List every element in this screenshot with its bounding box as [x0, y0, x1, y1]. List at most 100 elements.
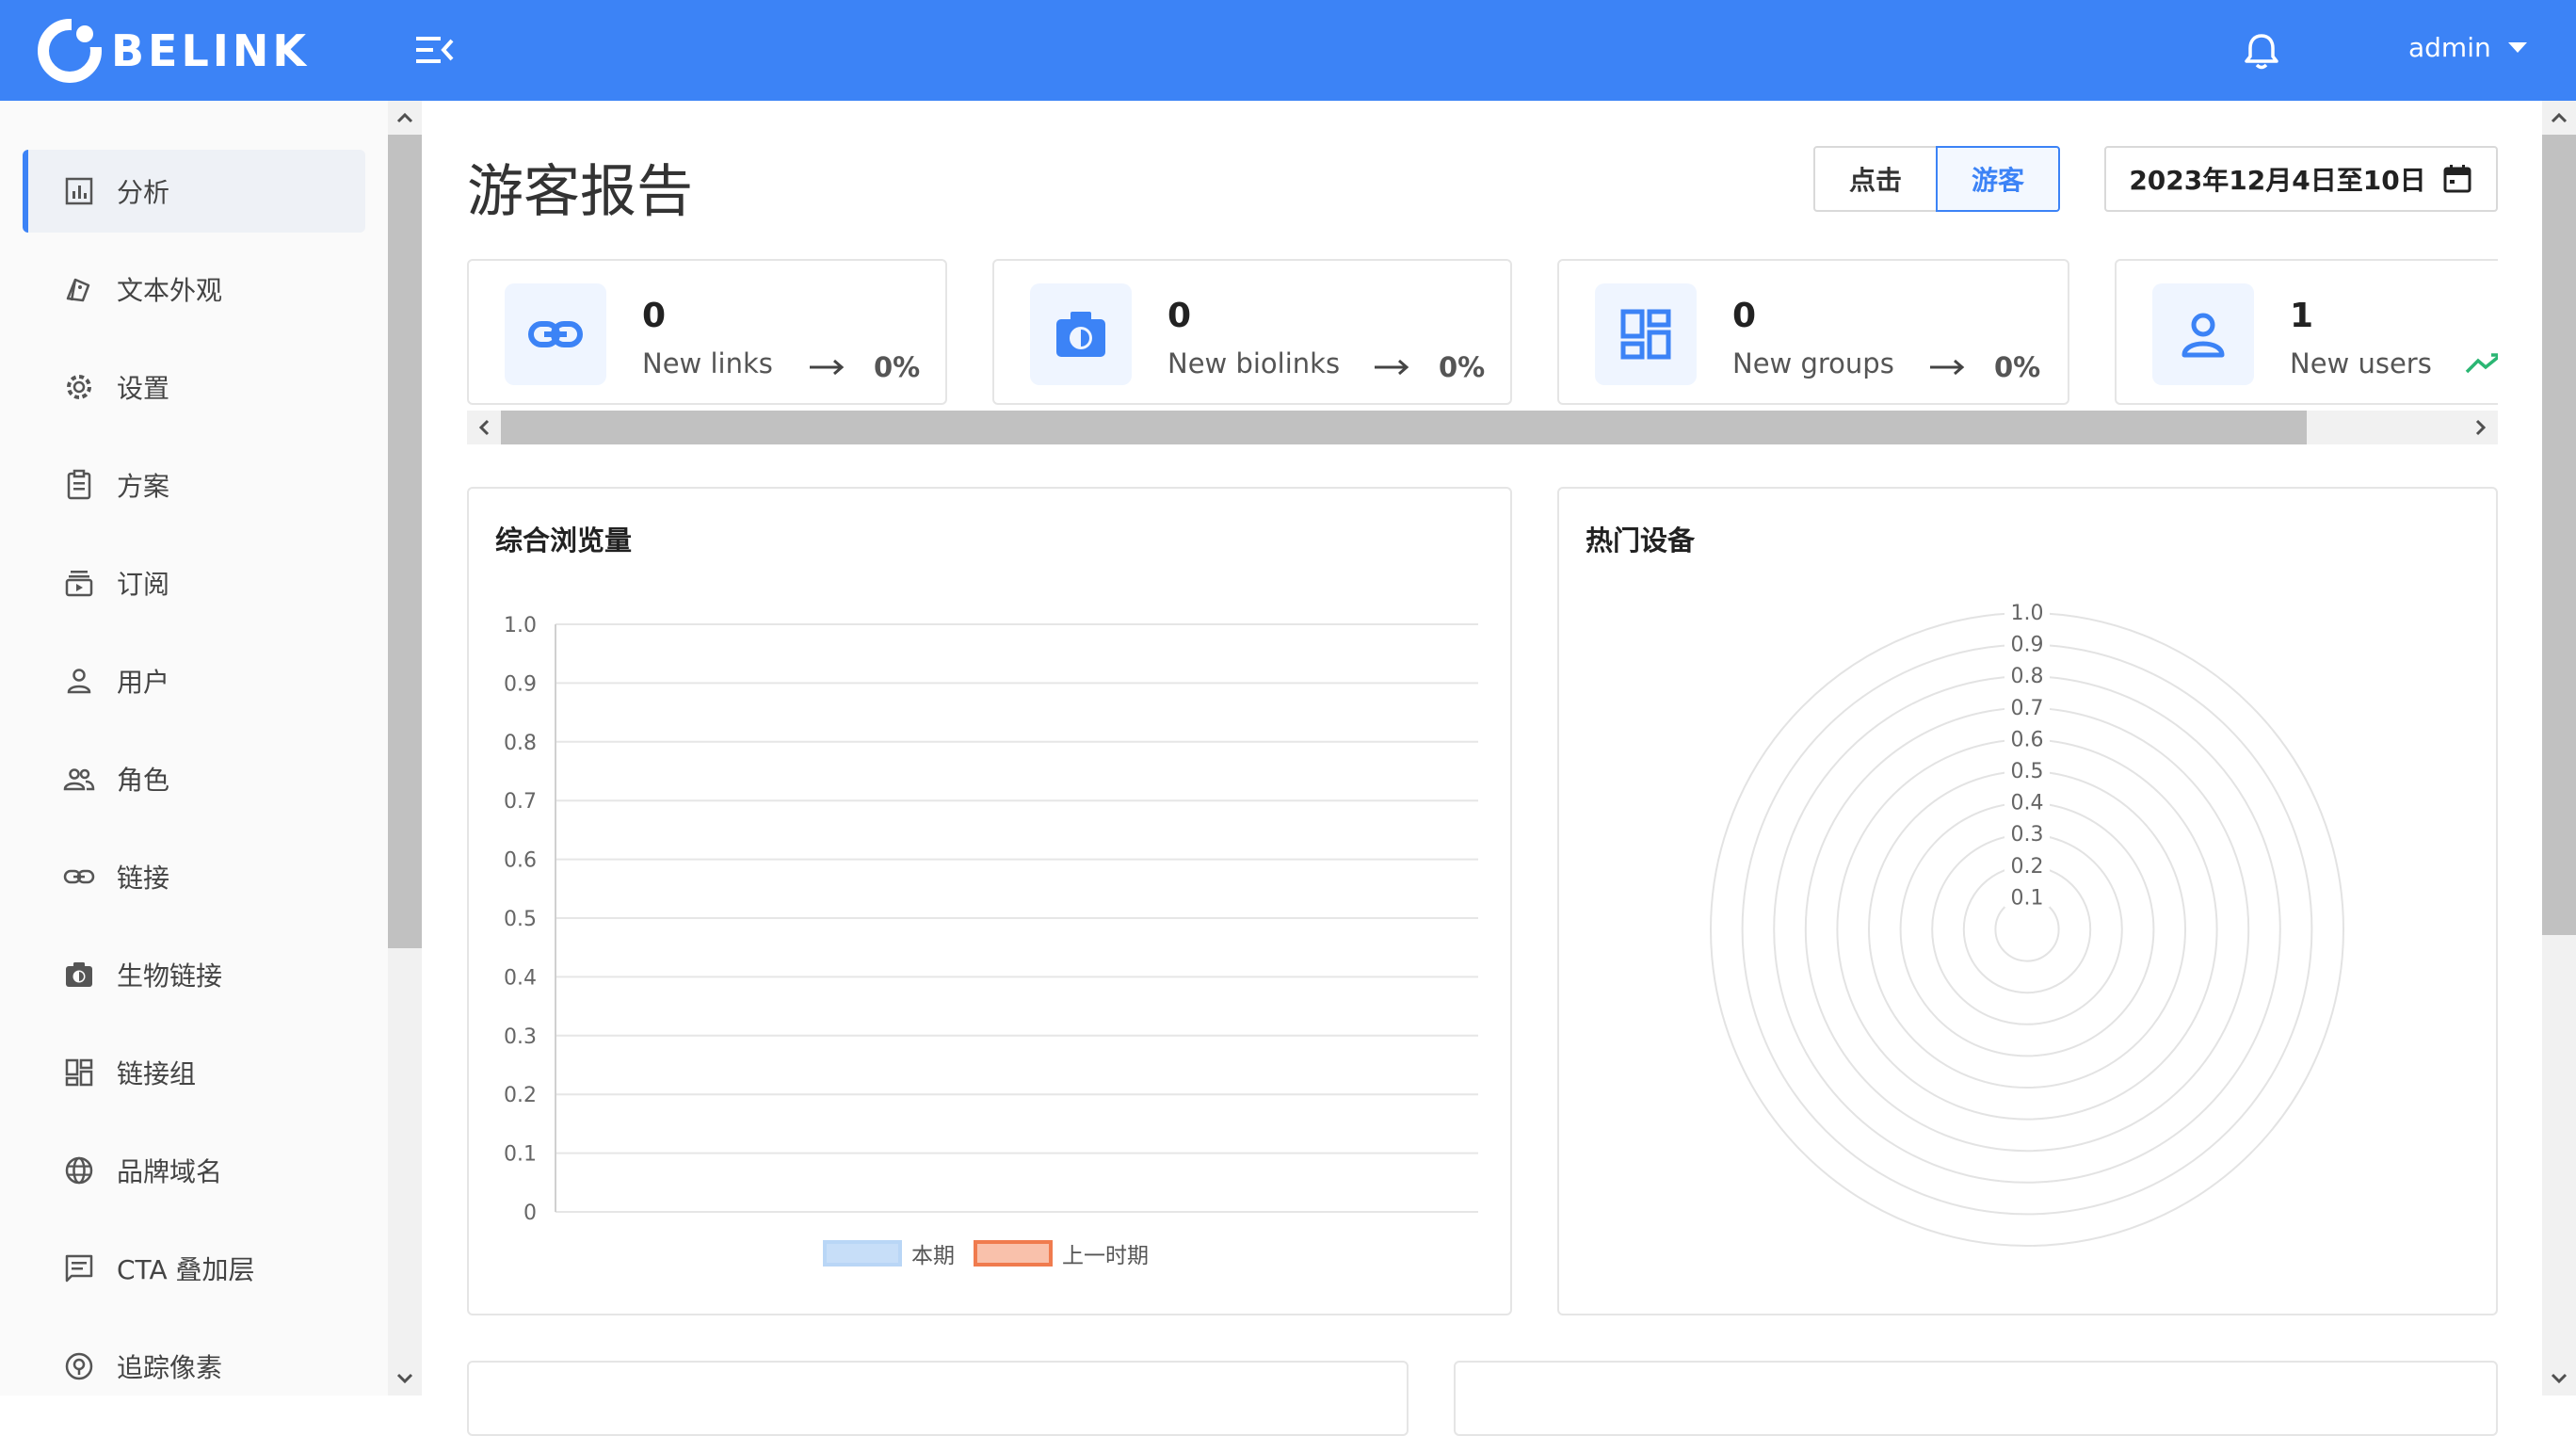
calendar-icon [2443, 165, 2471, 193]
brand-name: BELINK [111, 25, 311, 76]
polar-grid-ring [1868, 770, 2186, 1089]
stat-label: New groups [1732, 347, 1894, 379]
stat-card-new-biolinks: 0 New biolinks 0% [992, 259, 1512, 405]
stat-value: 1 [2290, 297, 2314, 335]
y-tick-label: 0.6 [504, 849, 537, 873]
y-tick-label: 0.8 [504, 732, 537, 755]
legend-label[interactable]: 本期 [911, 1244, 955, 1268]
sidebar-scrollbar[interactable] [388, 101, 422, 1396]
r-tick-label: 0.4 [2011, 792, 2044, 815]
link-icon [528, 321, 583, 347]
scrollbar-thumb[interactable] [2542, 135, 2576, 935]
stat-card-new-users: 1 New users [2115, 259, 2498, 405]
pageviews-chart-panel: 综合浏览量 0 0.1 0.2 0.3 0.4 0.5 0.6 0.7 0.8 0.9 1.0 本期上… [467, 487, 1512, 1315]
stat-label: New users [2290, 347, 2432, 379]
analytics-icon [65, 177, 93, 205]
sidebar-item-label: 品牌域名 [117, 1156, 223, 1187]
stat-label: New biolinks [1167, 347, 1341, 379]
y-tick-label: 0.1 [504, 1143, 537, 1167]
scroll-right-icon[interactable] [2464, 411, 2498, 444]
stat-card-new-links: 0 New links 0% [467, 259, 947, 405]
sidebar-item-appearance[interactable]: 文本外观 [23, 248, 365, 331]
message-icon [65, 1254, 93, 1283]
clipboard-icon [67, 469, 91, 500]
pixel-icon [65, 1352, 93, 1380]
sidebar-item-domains[interactable]: 品牌域名 [23, 1129, 365, 1212]
legend-swatch[interactable] [974, 1240, 1053, 1267]
sidebar-item-subscriptions[interactable]: 订阅 [23, 541, 365, 624]
sidebar-item-link-groups[interactable]: 链接组 [23, 1031, 365, 1114]
notification-bell-icon[interactable] [2241, 30, 2282, 72]
top-devices-chart-panel: 热门设备 0.1 0.2 0.3 0.4 0.5 0.6 0.7 0.8 0.9 1.0 [1557, 487, 2498, 1315]
stats-carousel: 0 New links 0% 0 New biolinks 0% 0 New g [467, 259, 2498, 405]
sidebar-item-label: 订阅 [117, 569, 170, 600]
visitors-toggle-button[interactable]: 游客 [1936, 146, 2060, 212]
brand-logo[interactable]: BELINK [36, 17, 310, 85]
sidebar-item-roles[interactable]: 角色 [23, 737, 365, 820]
r-tick-label: 0.9 [2011, 634, 2044, 657]
sidebar-item-label: 链接组 [117, 1058, 197, 1089]
stat-value: 0 [1167, 297, 1192, 335]
stat-value: 0 [642, 297, 667, 335]
grid-icon [1620, 309, 1671, 360]
scrollbar-thumb[interactable] [388, 135, 422, 948]
y-tick-label: 0.5 [504, 908, 537, 931]
scroll-left-icon[interactable] [467, 411, 501, 444]
sidebar-item-label: 文本外观 [117, 275, 223, 306]
r-tick-label: 0.3 [2011, 823, 2044, 847]
user-menu[interactable]: admin [2408, 26, 2527, 68]
sidebar-item-label: 链接 [117, 863, 170, 894]
trending-up-icon [2465, 353, 2498, 374]
lower-panel-right [1454, 1361, 2498, 1436]
scroll-up-icon[interactable] [388, 101, 422, 135]
stat-change: 0% [874, 351, 921, 383]
menu-collapse-icon[interactable] [414, 31, 456, 69]
sidebar-item-label: 生物链接 [117, 960, 223, 992]
legend-swatch[interactable] [823, 1240, 902, 1267]
date-range-picker[interactable]: 2023年12月4日至10日 [2104, 146, 2498, 212]
sidebar-item-users[interactable]: 用户 [23, 639, 365, 722]
sidebar-item-label: 设置 [117, 373, 170, 404]
clicks-toggle-button[interactable]: 点击 [1813, 146, 1938, 212]
scroll-up-icon[interactable] [2542, 101, 2576, 135]
sidebar-item-biolinks[interactable]: 生物链接 [23, 933, 365, 1016]
stat-change: 0% [1439, 351, 1486, 383]
y-tick-label: 0.2 [504, 1084, 537, 1107]
sidebar-item-label: 追踪像素 [117, 1352, 223, 1383]
user-icon [67, 669, 91, 694]
arrow-right-icon [1375, 359, 1409, 376]
arrow-right-icon [810, 359, 845, 376]
link-icon [63, 869, 95, 884]
stat-card-new-groups: 0 New groups 0% [1557, 259, 2069, 405]
r-tick-label: 1.0 [2011, 602, 2044, 625]
scroll-down-icon[interactable] [388, 1362, 422, 1396]
camera-icon [66, 962, 92, 987]
camera-icon [1056, 312, 1105, 357]
sidebar-item-plans[interactable]: 方案 [23, 444, 365, 526]
sidebar-item-links[interactable]: 链接 [23, 835, 365, 918]
r-tick-label: 0.1 [2011, 886, 2044, 910]
y-tick-label: 0.9 [504, 672, 537, 696]
sidebar-item-analytics[interactable]: 分析 [23, 150, 365, 233]
stats-horizontal-scrollbar[interactable] [467, 411, 2498, 444]
y-tick-label: 1.0 [504, 614, 537, 637]
y-tick-label: 0.7 [504, 790, 537, 814]
gear-icon [67, 375, 91, 399]
user-icon [2182, 313, 2225, 358]
pageviews-line-chart: 0 0.1 0.2 0.3 0.4 0.5 0.6 0.7 0.8 0.9 1.0 本期 上一时期 [504, 614, 1478, 1268]
sidebar-item-cta-overlays[interactable]: CTA 叠加层 [23, 1227, 365, 1310]
y-tick-label: 0.3 [504, 1025, 537, 1049]
sidebar-item-label: 角色 [117, 765, 170, 796]
sidebar-item-settings[interactable]: 设置 [23, 346, 365, 428]
sidebar-item-label: 方案 [117, 471, 170, 502]
scroll-down-icon[interactable] [2542, 1362, 2576, 1396]
r-tick-label: 0.8 [2011, 665, 2044, 688]
polar-grid-ring [1962, 864, 2092, 994]
scrollbar-thumb[interactable] [501, 411, 2307, 444]
polar-grid-ring [1773, 675, 2281, 1184]
page-title: 游客报告 [467, 159, 693, 225]
legend-label[interactable]: 上一时期 [1062, 1244, 1149, 1268]
main-scrollbar[interactable] [2542, 101, 2576, 1396]
caret-down-icon [2507, 41, 2527, 53]
globe-icon [65, 1156, 93, 1185]
